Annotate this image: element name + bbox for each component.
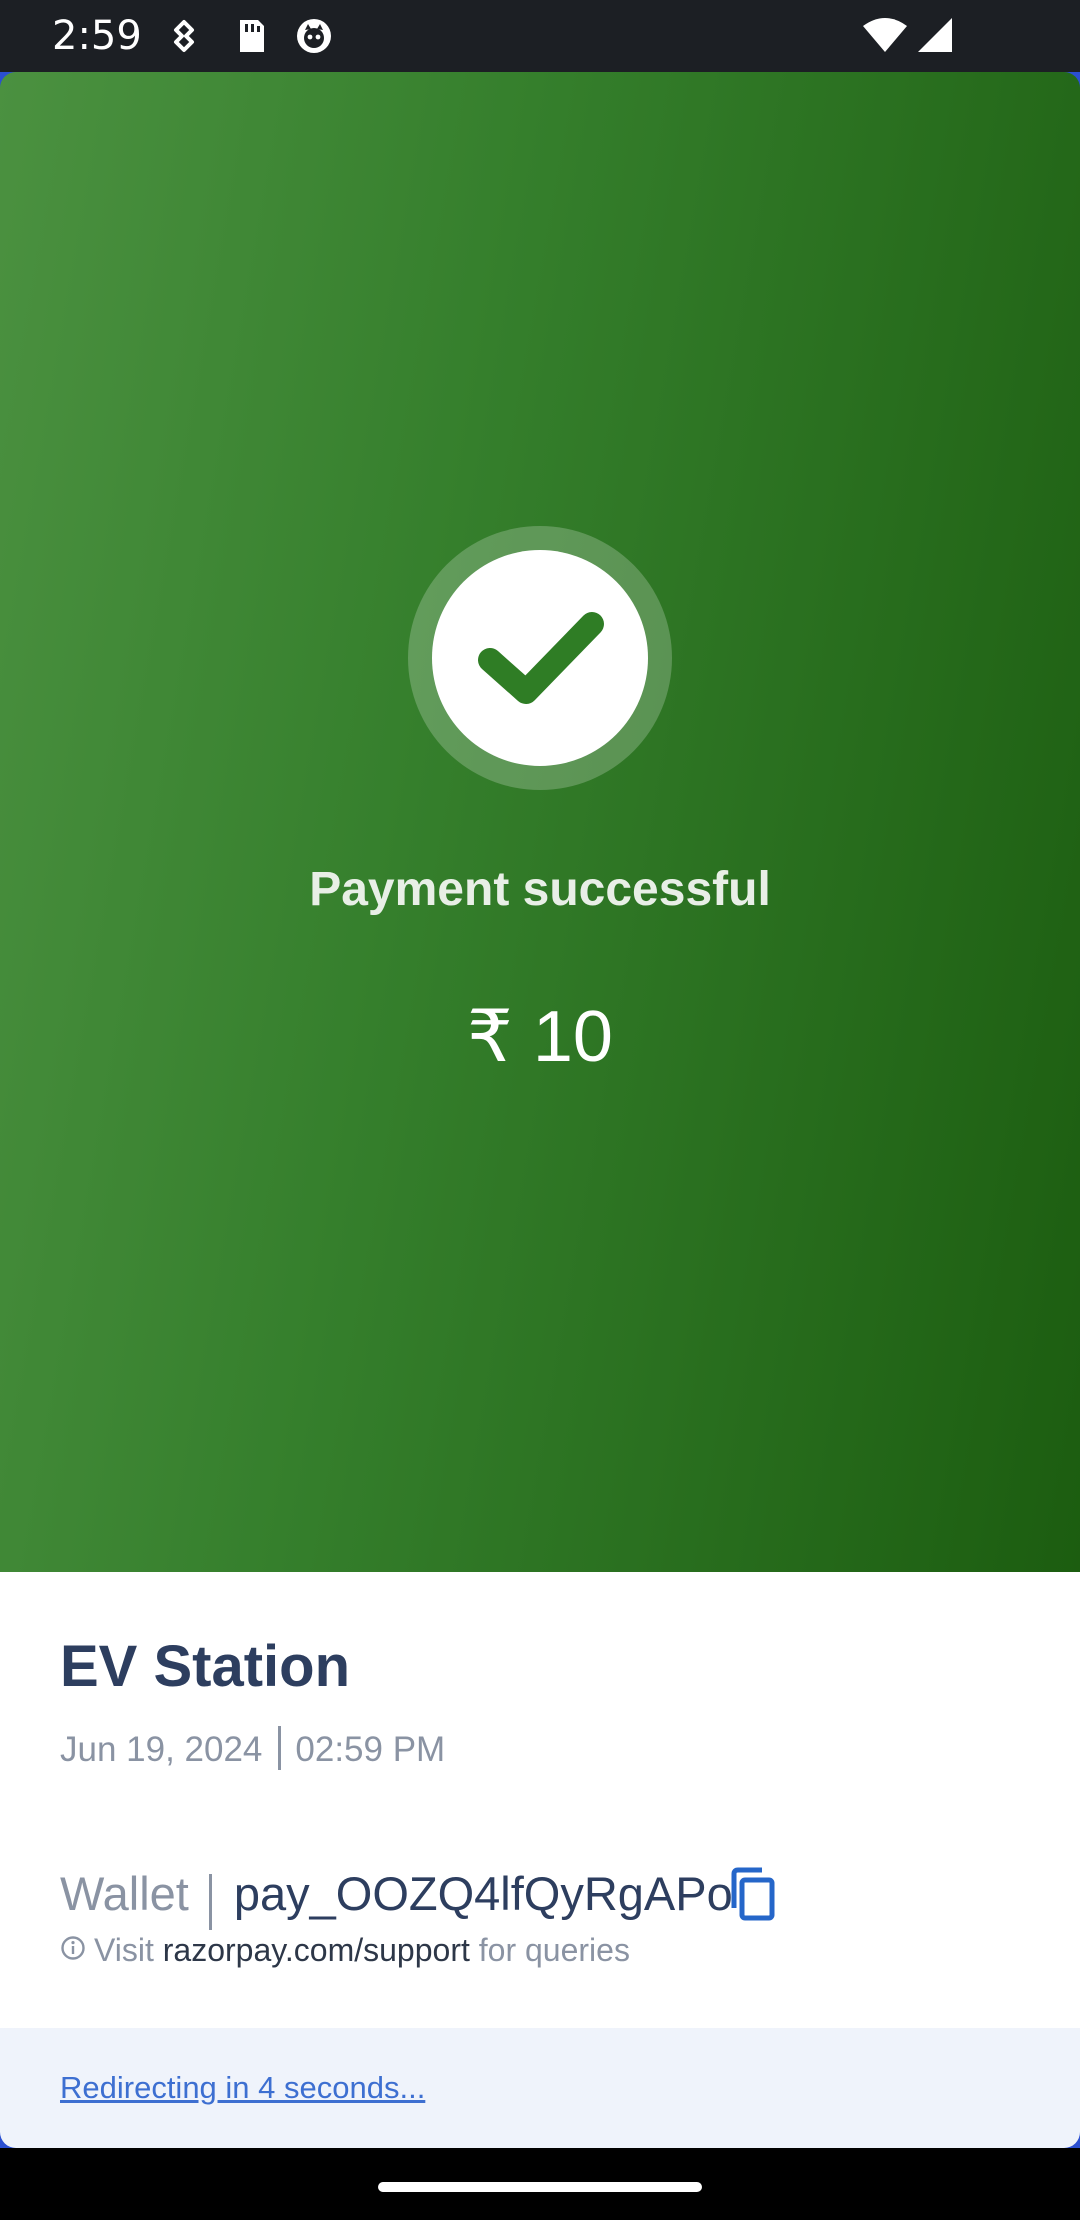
divider <box>208 1873 212 1930</box>
sd-card-icon <box>230 16 270 56</box>
redirect-link[interactable]: Redirecting in 4 seconds... <box>60 2068 425 2108</box>
copy-payment-id-button[interactable] <box>722 1862 782 1926</box>
support-note: Visit razorpay.com/support for queries <box>60 1930 630 1973</box>
merchant-name: EV Station <box>60 1634 351 1699</box>
support-link[interactable]: razorpay.com/support <box>163 1932 470 1968</box>
app-notification-icon <box>294 16 334 56</box>
status-time: 2:59 <box>52 13 142 59</box>
success-badge <box>408 526 672 790</box>
payment-time: 02:59 PM <box>295 1730 446 1769</box>
payment-amount: ₹ 10 <box>467 997 613 1077</box>
payment-date: Jun 19, 2024 <box>60 1730 263 1769</box>
copy-icon <box>731 1867 775 1921</box>
info-icon <box>60 1930 86 1970</box>
wifi-icon <box>862 16 908 56</box>
divider <box>278 1725 282 1770</box>
payment-details: EV Station Jun 19, 2024 02:59 PM Wallet pa… <box>0 1572 1080 2028</box>
home-gesture-handle[interactable] <box>378 2182 702 2192</box>
check-icon <box>478 612 604 704</box>
redirect-footer: Redirecting in 4 seconds... <box>0 2028 1080 2148</box>
payment-status-title: Payment successful <box>309 863 771 916</box>
payment-method-row: Wallet pay_OOZQ4lfQyRgAPo <box>60 1862 733 1930</box>
payment-id: pay_OOZQ4lfQyRgAPo <box>233 1867 733 1920</box>
payment-datetime: Jun 19, 2024 02:59 PM <box>60 1725 446 1774</box>
support-suffix: for queries <box>478 1932 630 1968</box>
payment-method: Wallet <box>60 1867 189 1920</box>
status-bar: 2:59 <box>0 0 1080 72</box>
navigation-bar <box>0 2148 1080 2220</box>
navigation-icon <box>164 16 204 56</box>
support-prefix: Visit <box>94 1932 154 1968</box>
payment-success-panel: Payment successful ₹ 10 <box>0 72 1080 1572</box>
signal-icon <box>914 16 954 56</box>
success-circle <box>432 550 648 766</box>
